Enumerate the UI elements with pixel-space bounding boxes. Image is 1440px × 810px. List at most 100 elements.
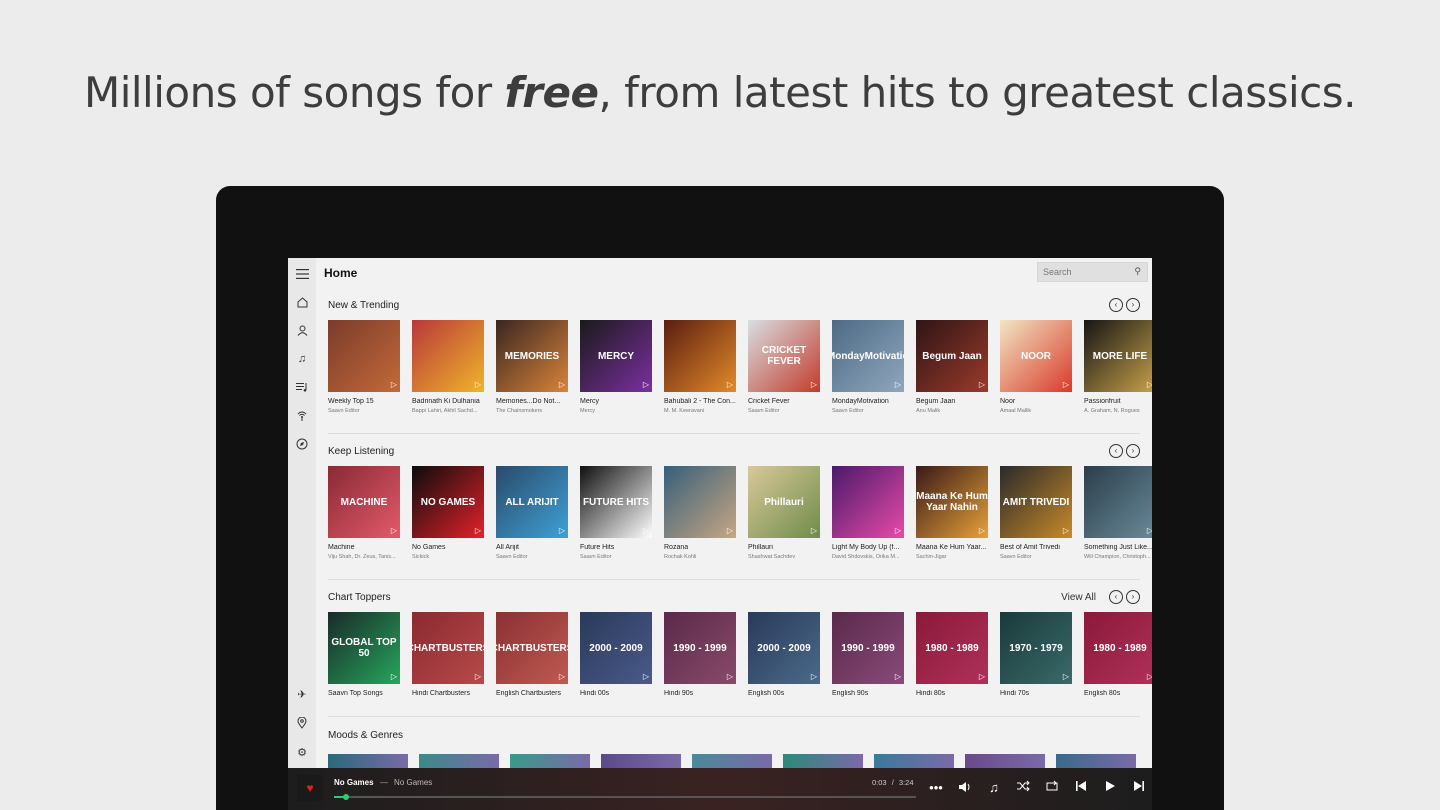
album-title[interactable]: English Chartbusters [496,690,568,697]
mood-tile[interactable] [601,754,681,768]
play-icon[interactable]: ▷ [559,672,565,681]
album-art[interactable]: NO GAMES ▷ [412,466,484,538]
play-icon[interactable]: ▷ [811,380,817,389]
album-subtitle[interactable]: A. Graham, N. Rogues [1084,408,1152,414]
previous-icon[interactable] [1073,780,1089,796]
play-icon[interactable]: ▷ [979,526,985,535]
mood-tile[interactable] [874,754,954,768]
album-title[interactable]: Passionfruit [1084,398,1152,405]
album-card[interactable]: MACHINE ▷ Machine Viju Shah, Dr. Zeus, Tani… [328,466,400,560]
album-title[interactable]: Machine [328,544,400,551]
album-title[interactable]: Memories...Do Not... [496,398,568,405]
volume-icon[interactable] [957,780,973,796]
progress-bar[interactable] [334,793,916,800]
chevron-left-icon[interactable]: ‹ [1109,444,1123,458]
album-subtitle[interactable]: Bappi Lahiri, Akhil Sachd... [412,408,484,414]
album-subtitle[interactable]: Sachin-Jigar [916,554,988,560]
album-title[interactable]: No Games [412,544,484,551]
play-icon[interactable]: ▷ [1147,672,1152,681]
album-art[interactable]: 1970 - 1979 ▷ [1000,612,1072,684]
play-icon[interactable]: ▷ [643,526,649,535]
album-card[interactable]: FUTURE HITS ▷ Future Hits Saavn Editor [580,466,652,560]
album-subtitle[interactable]: Viju Shah, Dr. Zeus, Tanis... [328,554,400,560]
album-card[interactable]: CRICKET FEVER ▷ Cricket Fever Saavn Editor [748,320,820,414]
album-card[interactable]: 2000 - 2009 ▷ Hindi 00s [580,612,652,697]
album-subtitle[interactable]: Saavn Editor [496,554,568,560]
mood-tile[interactable] [419,754,499,768]
chevron-right-icon[interactable]: › [1126,298,1140,312]
album-art[interactable]: Maana Ke Hum Yaar Nahin ▷ [916,466,988,538]
track-name[interactable]: No Games [334,778,374,787]
play-icon[interactable]: ▷ [811,672,817,681]
album-card[interactable]: 1990 - 1999 ▷ English 90s [832,612,904,697]
album-art[interactable]: 1990 - 1999 ▷ [664,612,736,684]
album-subtitle[interactable]: Saavn Editor [832,408,904,414]
play-icon[interactable]: ▷ [643,380,649,389]
album-art[interactable]: #MondayMotivation ▷ [832,320,904,392]
chevron-left-icon[interactable]: ‹ [1109,298,1123,312]
album-art[interactable]: 1990 - 1999 ▷ [832,612,904,684]
chevron-left-icon[interactable]: ‹ [1109,590,1123,604]
mood-tile[interactable] [328,754,408,768]
album-title[interactable]: All Arijit [496,544,568,551]
album-art[interactable]: NOOR ▷ [1000,320,1072,392]
play-icon[interactable]: ▷ [559,526,565,535]
chevron-right-icon[interactable]: › [1126,590,1140,604]
music-note-icon[interactable]: ♫ [294,351,310,367]
play-icon[interactable]: ▷ [811,526,817,535]
airplane-icon[interactable]: ✈ [294,686,310,702]
album-art[interactable]: ▷ [832,466,904,538]
album-card[interactable]: MEMORIES ▷ Memories...Do Not... The Chainsm… [496,320,568,414]
play-icon[interactable]: ▷ [475,380,481,389]
album-art[interactable]: Begum Jaan ▷ [916,320,988,392]
album-art[interactable]: 1980 - 1989 ▷ [1084,612,1152,684]
album-art[interactable]: CRICKET FEVER ▷ [748,320,820,392]
repeat-icon[interactable] [1044,780,1060,796]
chevron-right-icon[interactable]: › [1126,444,1140,458]
album-card[interactable]: #MondayMotivation ▷ MondayMotivation Saavn … [832,320,904,414]
play-icon[interactable]: ▷ [1063,380,1069,389]
album-art[interactable]: 2000 - 2009 ▷ [580,612,652,684]
play-icon[interactable]: ▷ [727,526,733,535]
album-title[interactable]: Saavn Top Songs [328,690,400,697]
profile-icon[interactable] [294,322,310,338]
menu-icon[interactable] [294,266,310,282]
album-card[interactable]: ▷ Badrinath Ki Dulhania Bappi Lahiri, Akhi… [412,320,484,414]
album-art[interactable]: AMIT TRIVEDI ▷ [1000,466,1072,538]
album-subtitle[interactable]: Saavn Editor [1000,554,1072,560]
album-art[interactable]: Phillauri ▷ [748,466,820,538]
playlist-icon[interactable] [294,379,310,395]
album-title[interactable]: Light My Body Up (f... [832,544,904,551]
album-title[interactable]: Maana Ke Hum Yaar... [916,544,988,551]
album-subtitle[interactable]: Anu Malik [916,408,988,414]
play-icon[interactable]: ▷ [727,672,733,681]
shuffle-icon[interactable] [1015,780,1031,796]
album-art[interactable]: MORE LIFE ▷ [1084,320,1152,392]
album-card[interactable]: ▷ Bahubali 2 - The Con... M. M. Keeravani [664,320,736,414]
album-title[interactable]: Noor [1000,398,1072,405]
play-icon[interactable]: ▷ [727,380,733,389]
album-subtitle[interactable]: Rochak Kohli [664,554,736,560]
play-icon[interactable]: ▷ [895,380,901,389]
album-title[interactable]: English 00s [748,690,820,697]
album-title[interactable]: Hindi 70s [1000,690,1072,697]
play-icon[interactable]: ▷ [475,526,481,535]
album-title[interactable]: English 80s [1084,690,1152,697]
album-subtitle[interactable]: Mercy [580,408,652,414]
next-icon[interactable] [1131,780,1147,796]
album-art[interactable]: ▷ [328,320,400,392]
album-card[interactable]: MORE LIFE ▷ Passionfruit A. Graham, N. Rogu… [1084,320,1152,414]
album-art[interactable]: FUTURE HITS ▷ [580,466,652,538]
album-title[interactable]: Hindi Chartbusters [412,690,484,697]
album-title[interactable]: Best of Amit Trivedi [1000,544,1072,551]
album-title[interactable]: Hindi 90s [664,690,736,697]
play-icon[interactable]: ▷ [979,672,985,681]
mood-tile[interactable] [510,754,590,768]
album-card[interactable]: ▷ Rozana Rochak Kohli [664,466,736,560]
album-card[interactable]: Phillauri ▷ Phillauri Shashwat Sachdev [748,466,820,560]
album-subtitle[interactable]: Shashwat Sachdev [748,554,820,560]
album-subtitle[interactable]: Amaal Mallik [1000,408,1072,414]
album-subtitle[interactable]: The Chainsmokers [496,408,568,414]
album-art[interactable]: ▷ [664,466,736,538]
mood-tile[interactable] [783,754,863,768]
